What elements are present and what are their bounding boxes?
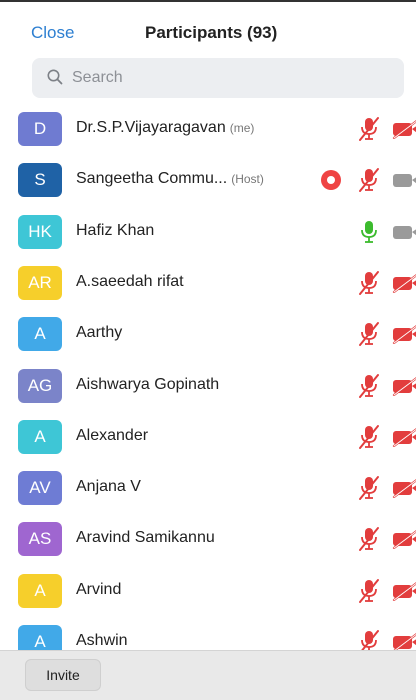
search-bar[interactable] — [32, 58, 404, 98]
mic-muted-icon[interactable] — [357, 270, 381, 296]
mic-muted-icon[interactable] — [357, 321, 381, 347]
mic-muted-icon[interactable] — [357, 116, 381, 142]
avatar: AV — [18, 471, 62, 506]
mic-muted-icon[interactable] — [357, 629, 381, 650]
participant-name-text: Arvind — [76, 580, 122, 598]
participant-name: Sangeetha Commu... (Host) — [76, 170, 264, 188]
participant-name-text: Hafiz Khan — [76, 221, 155, 239]
mic-on-icon[interactable] — [357, 219, 381, 245]
participant-name: Aishwarya Gopinath — [76, 376, 219, 394]
participant-row[interactable]: AR A.saeedah rifat — [0, 256, 416, 307]
avatar: A — [18, 573, 62, 608]
close-button[interactable]: Close — [31, 23, 74, 43]
mic-muted-icon[interactable] — [357, 167, 381, 193]
participant-name-text: Alexander — [76, 426, 149, 444]
footer-bar: Invite — [0, 650, 416, 700]
avatar: D — [18, 112, 62, 146]
participant-name: Alexander — [76, 427, 148, 445]
page-title: Participants (93) — [145, 23, 278, 42]
participant-row[interactable]: A Aarthy — [0, 307, 416, 358]
participant-row[interactable]: HK Hafiz Khan — [0, 205, 416, 256]
participant-row[interactable]: A Ashwin — [0, 615, 416, 650]
participant-row[interactable]: S Sangeetha Commu... (Host) — [0, 153, 416, 204]
header-bar: Close Participants (93) — [0, 0, 416, 56]
camera-off-icon[interactable] — [391, 478, 416, 499]
participant-list: D Dr.S.P.Vijayaragavan (me) S Sangeetha Comm… — [0, 102, 416, 650]
participant-row[interactable]: AV Anjana V — [0, 461, 416, 512]
participant-name: Dr.S.P.Vijayaragavan (me) — [76, 119, 254, 137]
avatar: A — [18, 317, 62, 352]
participant-row[interactable]: AG Aishwarya Gopinath — [0, 359, 416, 410]
participant-name-text: Aishwarya Gopinath — [76, 375, 220, 393]
camera-off-icon[interactable] — [391, 222, 416, 242]
camera-off-icon[interactable] — [391, 273, 416, 293]
participant-name-text: Sangeetha Commu... — [76, 170, 228, 188]
participant-name-text: Dr.S.P.Vijayaragavan — [76, 119, 226, 136]
camera-off-icon[interactable] — [391, 324, 416, 345]
camera-off-icon[interactable] — [391, 376, 416, 396]
participant-name: Ashwin — [76, 632, 128, 650]
avatar: AR — [18, 265, 62, 300]
participant-role-tag: (me) — [229, 121, 255, 135]
participant-role-tag: (Host) — [231, 172, 264, 187]
participants-screen: Close Participants (93) D Dr.S.P.Vijayara… — [0, 0, 416, 700]
participant-name: Anjana V — [76, 478, 141, 496]
participant-row[interactable]: A Alexander — [0, 410, 416, 461]
avatar: S — [18, 163, 62, 198]
participant-name: Aravind Samikannu — [76, 529, 215, 547]
avatar: A — [18, 625, 62, 650]
mic-muted-icon[interactable] — [357, 526, 381, 552]
mic-muted-icon[interactable] — [357, 578, 381, 604]
participant-name-text: Anjana V — [76, 478, 141, 496]
participant-row[interactable]: D Dr.S.P.Vijayaragavan (me) — [0, 102, 416, 153]
mic-muted-icon[interactable] — [357, 475, 381, 501]
participant-name-text: Aarthy — [76, 324, 123, 342]
avatar: A — [18, 419, 62, 454]
avatar: HK — [18, 214, 62, 249]
search-icon — [47, 69, 63, 85]
mic-muted-icon[interactable] — [357, 424, 381, 450]
camera-off-icon[interactable] — [391, 581, 416, 601]
participant-name-text: A.saeedah rifat — [76, 272, 184, 290]
participant-row[interactable]: AS Aravind Samikannu — [0, 512, 416, 563]
participant-name-text: Aravind Samikannu — [76, 529, 215, 547]
camera-off-icon[interactable] — [391, 170, 416, 190]
participant-row[interactable]: A Arvind — [0, 564, 416, 615]
participant-name-text: Ashwin — [76, 632, 128, 649]
participant-name: A.saeedah rifat — [76, 273, 184, 291]
search-input[interactable] — [72, 58, 392, 98]
participant-name: Arvind — [76, 581, 121, 599]
participant-name: Aarthy — [76, 324, 122, 342]
camera-off-icon[interactable] — [391, 529, 416, 550]
camera-off-icon[interactable] — [391, 632, 416, 650]
camera-off-icon[interactable] — [391, 119, 416, 139]
camera-off-icon[interactable] — [391, 427, 416, 447]
avatar: AS — [18, 522, 62, 557]
participant-name: Hafiz Khan — [76, 222, 154, 240]
recording-icon — [321, 170, 341, 191]
mic-muted-icon[interactable] — [357, 373, 381, 399]
invite-button[interactable]: Invite — [25, 659, 101, 691]
avatar: AG — [18, 368, 62, 403]
